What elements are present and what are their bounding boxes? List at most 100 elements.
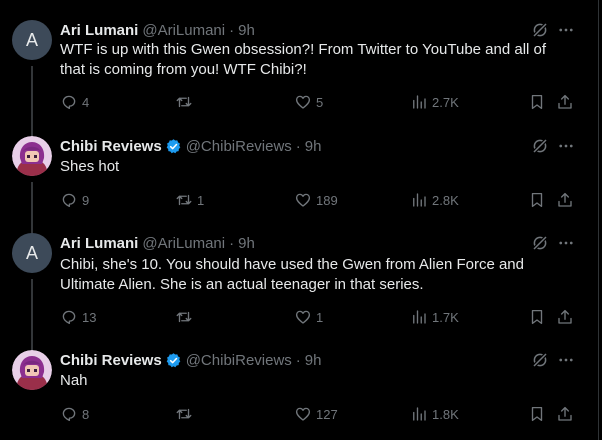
heart-icon (295, 310, 311, 324)
grok-icon[interactable] (530, 20, 550, 40)
action-bar: 8 127 1.8K (60, 404, 578, 424)
share-button[interactable] (556, 404, 574, 424)
reply-button[interactable]: 4 (60, 92, 89, 112)
timestamp[interactable]: 9h (238, 22, 255, 39)
retweet-button[interactable] (175, 307, 197, 327)
views-button[interactable]: 1.7K (410, 307, 459, 327)
grok-icon[interactable] (530, 136, 550, 156)
verified-badge-icon (165, 352, 182, 369)
user-handle[interactable]: @AriLumani (142, 235, 225, 252)
user-handle[interactable]: @ChibiReviews (186, 138, 292, 155)
tweet-header: Chibi Reviews @ChibiReviews · 9h (60, 350, 321, 370)
retweet-button[interactable]: 1 (175, 190, 204, 210)
more-icon[interactable] (556, 233, 576, 253)
share-button[interactable] (556, 307, 574, 327)
avatar[interactable]: A (12, 233, 52, 273)
separator: · (229, 21, 235, 39)
tweet-header: Chibi Reviews @ChibiReviews · 9h (60, 136, 321, 156)
avatar[interactable] (12, 350, 52, 390)
reply-count: 13 (82, 309, 97, 325)
retweet-icon (176, 96, 192, 108)
reply-count: 9 (82, 192, 90, 208)
share-button[interactable] (556, 92, 574, 112)
tweet-text: WTF is up with this Gwen obsession?! Fro… (60, 40, 580, 80)
action-bar: 13 1 1.7K (60, 307, 578, 327)
heart-icon (295, 193, 311, 207)
views-icon (413, 95, 426, 109)
tweet-text-line: Shes hot (60, 158, 120, 175)
reply-icon (62, 310, 76, 325)
chibi-avatar-image (12, 350, 52, 390)
bookmark-button[interactable] (528, 404, 546, 424)
retweet-icon (176, 194, 192, 206)
display-name[interactable]: Chibi Reviews (60, 352, 162, 369)
retweet-count: 1 (197, 192, 205, 208)
like-button[interactable]: 127 (294, 404, 338, 424)
avatar[interactable] (12, 136, 52, 176)
like-button[interactable]: 189 (294, 190, 338, 210)
views-button[interactable]: 2.7K (410, 92, 459, 112)
display-name[interactable]: Ari Lumani (60, 235, 138, 252)
views-icon (413, 310, 426, 324)
view-count: 1.8K (432, 406, 459, 422)
verified-badge-icon (165, 138, 182, 155)
timestamp[interactable]: 9h (238, 235, 255, 252)
like-count: 189 (316, 192, 338, 208)
heart-icon (295, 95, 311, 109)
reply-icon (62, 193, 76, 208)
bookmark-icon (531, 94, 543, 110)
grok-icon[interactable] (530, 233, 550, 253)
views-button[interactable]: 2.8K (410, 190, 459, 210)
heart-icon (295, 407, 311, 421)
avatar-letter: A (25, 29, 38, 50)
tweet-text-line: WTF is up with this Gwen obsession?! Fro… (60, 41, 547, 58)
tweet-text: Shes hot (60, 157, 580, 177)
share-icon (558, 94, 572, 109)
tweet-text-line: that is coming from you! WTF Chibi?! (60, 61, 307, 78)
grok-icon[interactable] (530, 350, 550, 370)
bookmark-button[interactable] (528, 307, 546, 327)
more-icon[interactable] (556, 350, 576, 370)
user-handle[interactable]: @ChibiReviews (186, 352, 292, 369)
reply-button[interactable]: 9 (60, 190, 89, 210)
tweet-text: Nah (60, 371, 580, 391)
views-button[interactable]: 1.8K (410, 404, 459, 424)
reply-button[interactable]: 8 (60, 404, 89, 424)
more-icon[interactable] (556, 20, 576, 40)
action-bar: 9 1 189 2.8K (60, 190, 578, 210)
tweet-text: Chibi, she's 10. You should have used th… (60, 255, 580, 295)
tweet-header: Ari Lumani @AriLumani · 9h (60, 233, 255, 253)
avatar[interactable]: A (12, 20, 52, 60)
separator: · (295, 351, 301, 369)
bookmark-button[interactable] (528, 190, 546, 210)
share-button[interactable] (556, 190, 574, 210)
bookmark-icon (531, 309, 543, 325)
reply-button[interactable]: 13 (60, 307, 96, 327)
user-handle[interactable]: @AriLumani (142, 22, 225, 39)
retweet-button[interactable] (175, 404, 197, 424)
display-name[interactable]: Chibi Reviews (60, 138, 162, 155)
retweet-button[interactable] (175, 92, 197, 112)
view-count: 1.7K (432, 309, 459, 325)
tweet-text-line: Chibi, she's 10. You should have used th… (60, 256, 524, 273)
chibi-avatar-image (12, 136, 52, 176)
tweet-text-line: Ultimate Alien. She is an actual teenage… (60, 276, 424, 293)
more-icon[interactable] (556, 136, 576, 156)
display-name[interactable]: Ari Lumani (60, 22, 138, 39)
share-icon (558, 406, 572, 421)
views-icon (413, 193, 426, 207)
share-icon (558, 192, 572, 207)
bookmark-button[interactable] (528, 92, 546, 112)
like-count: 1 (316, 309, 324, 325)
timestamp[interactable]: 9h (305, 138, 322, 155)
view-count: 2.7K (432, 94, 459, 110)
tweet-header: Ari Lumani @AriLumani · 9h (60, 20, 255, 40)
like-button[interactable]: 5 (294, 92, 323, 112)
views-icon (413, 407, 426, 421)
tweet-text-line: Nah (60, 372, 88, 389)
like-button[interactable]: 1 (294, 307, 323, 327)
like-count: 5 (316, 94, 324, 110)
thread-connector (31, 279, 33, 355)
thread-connector (31, 66, 33, 146)
timestamp[interactable]: 9h (305, 352, 322, 369)
